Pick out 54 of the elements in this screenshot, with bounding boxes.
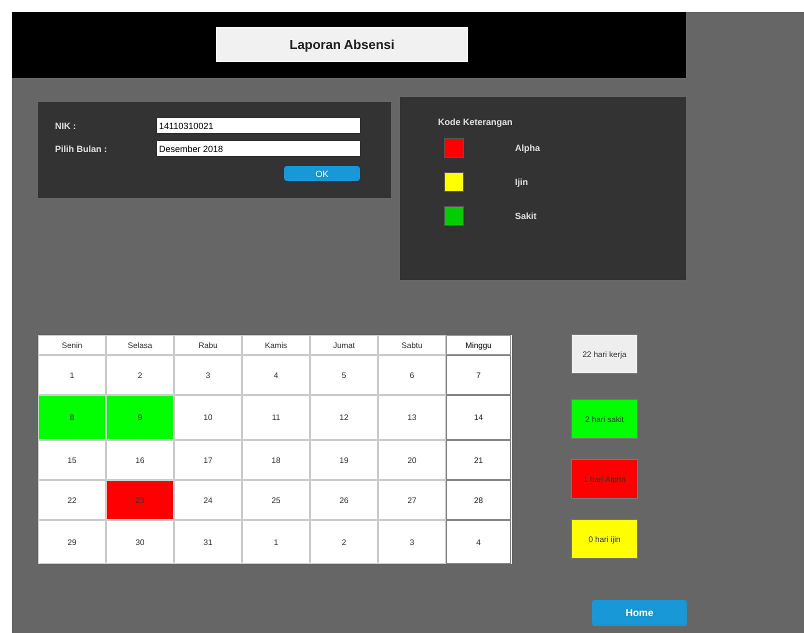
legend-title: Kode Keterangan (438, 117, 514, 127)
calendar-day[interactable]: 6 (378, 355, 446, 395)
calendar-day[interactable]: 1 (38, 355, 106, 395)
calendar-day[interactable]: 16 (106, 440, 174, 480)
calendar-day[interactable]: 27 (378, 480, 446, 520)
calendar-day[interactable]: 19 (310, 440, 378, 480)
calendar-day[interactable]: 20 (378, 440, 446, 480)
day-header: Kamis (242, 335, 310, 355)
day-header: Minggu (446, 335, 511, 355)
day-header: Sabtu (378, 335, 446, 355)
day-header: Selasa (106, 335, 174, 355)
legend-label: Ijin (515, 177, 528, 187)
calendar-day[interactable]: 29 (38, 520, 106, 564)
calendar-day[interactable]: 28 (446, 480, 511, 520)
summary-box: 22 hari kerja (571, 334, 638, 374)
calendar-day[interactable]: 8 (38, 395, 106, 440)
calendar-day[interactable]: 31 (174, 520, 242, 564)
calendar-day[interactable]: 14 (446, 395, 511, 440)
calendar-day[interactable]: 9 (106, 395, 174, 440)
calendar-day[interactable]: 30 (106, 520, 174, 564)
calendar-day[interactable]: 3 (378, 520, 446, 564)
summary-box: 0 hari ijin (571, 519, 638, 559)
calendar-day[interactable]: 17 (174, 440, 242, 480)
calendar-day[interactable]: 22 (38, 480, 106, 520)
calendar-day[interactable]: 15 (38, 440, 106, 480)
field-label: NIK : (55, 120, 77, 130)
day-header: Rabu (174, 335, 242, 355)
window-title: Laporan Absensi (216, 27, 468, 62)
calendar-day[interactable]: 3 (174, 355, 242, 395)
calendar-day[interactable]: 11 (242, 395, 310, 440)
calendar-day[interactable]: 4 (446, 520, 511, 564)
calendar-day[interactable]: 25 (242, 480, 310, 520)
calendar-day[interactable]: 10 (174, 395, 242, 440)
calendar-day[interactable]: 26 (310, 480, 378, 520)
day-header: Senin (38, 335, 106, 355)
summary-box: 1 hari Alpha (571, 459, 638, 499)
summary-box: 2 hari sakit (571, 399, 638, 439)
calendar-day[interactable]: 13 (378, 395, 446, 440)
legend-label: Sakit (515, 211, 537, 221)
calendar-day[interactable]: 24 (174, 480, 242, 520)
input-field[interactable]: Desember 2018 (157, 141, 360, 156)
calendar-day[interactable]: 12 (310, 395, 378, 440)
calendar-day[interactable]: 2 (310, 520, 378, 564)
calendar-day[interactable]: 7 (446, 355, 511, 395)
input-field[interactable]: 14110310021 (157, 118, 360, 133)
calendar-day[interactable]: 1 (242, 520, 310, 564)
calendar-day[interactable]: 18 (242, 440, 310, 480)
calendar-day[interactable]: 4 (242, 355, 310, 395)
calendar-day[interactable]: 5 (310, 355, 378, 395)
field-label: Pilih Bulan : (55, 144, 108, 154)
calendar-day[interactable]: 2 (106, 355, 174, 395)
day-header: Jumat (310, 335, 378, 355)
legend-label: Alpha (515, 143, 540, 153)
calendar-day[interactable]: 21 (446, 440, 511, 480)
